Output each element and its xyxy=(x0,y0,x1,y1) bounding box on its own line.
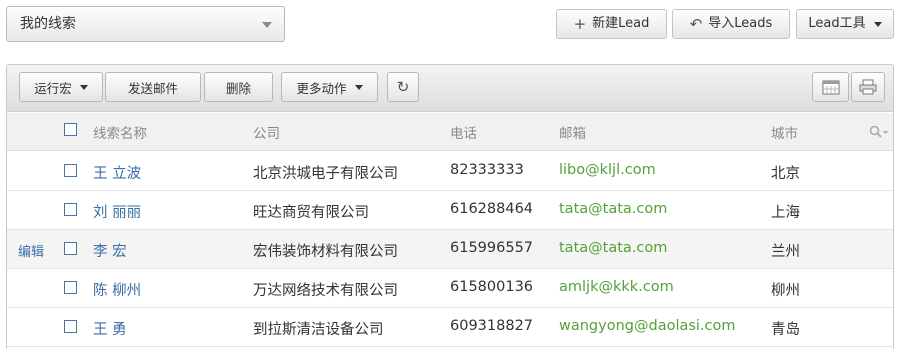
phone-cell: 615996557 xyxy=(450,240,534,256)
view-select[interactable]: 我的线索 xyxy=(6,6,285,42)
run-macro-button[interactable]: 运行宏 xyxy=(19,72,103,102)
import-leads-button[interactable]: ↶ 导入Leads xyxy=(672,9,790,39)
company-cell: 北京洪城电子有限公司 xyxy=(253,166,398,182)
import-arrow-icon: ↶ xyxy=(689,15,703,33)
table-row[interactable]: 刘 丽丽 旺达商贸有限公司 616288464 tata@tata.com 上海 xyxy=(7,191,893,230)
lead-name-link[interactable]: 王 立波 xyxy=(93,162,141,183)
printer-icon xyxy=(859,79,877,95)
table-row[interactable]: 编辑 李 宏 宏伟装饰材料有限公司 615996557 tata@tata.co… xyxy=(7,230,893,269)
phone-cell: 615800136 xyxy=(450,279,534,295)
new-lead-button[interactable]: + 新建Lead xyxy=(556,9,667,39)
chevron-down-icon xyxy=(79,84,88,90)
chevron-down-icon xyxy=(262,22,272,28)
action-bar: 运行宏 发送邮件 删除 更多动作 ↻ xyxy=(7,65,893,112)
lead-name-link[interactable]: 刘 丽丽 xyxy=(93,201,141,222)
email-link[interactable]: libo@kljl.com xyxy=(559,162,656,178)
email-link[interactable]: tata@tata.com xyxy=(559,201,667,217)
email-link[interactable]: wangyong@daolasi.com xyxy=(559,318,736,334)
more-actions-button[interactable]: 更多动作 xyxy=(281,72,378,102)
column-search-icon[interactable] xyxy=(869,125,889,139)
new-lead-label: 新建Lead xyxy=(592,16,650,31)
column-header-company[interactable]: 公司 xyxy=(253,122,280,142)
lead-tools-label: Lead工具 xyxy=(808,16,866,31)
phone-cell: 609318827 xyxy=(450,318,534,334)
calendar-button[interactable] xyxy=(812,72,849,102)
column-header-name[interactable]: 线索名称 xyxy=(93,122,147,142)
column-header-city[interactable]: 城市 xyxy=(771,122,798,142)
phone-cell: 616288464 xyxy=(450,201,534,217)
send-email-button[interactable]: 发送邮件 xyxy=(105,72,201,102)
column-header-email[interactable]: 邮箱 xyxy=(559,122,586,142)
table-row[interactable]: 王 立波 北京洪城电子有限公司 82333333 libo@kljl.com 北… xyxy=(7,152,893,191)
city-cell: 青岛 xyxy=(771,322,800,338)
email-link[interactable]: amljk@kkk.com xyxy=(559,279,674,295)
company-cell: 到拉斯清洁设备公司 xyxy=(253,322,384,338)
view-select-value: 我的线索 xyxy=(20,16,76,32)
phone-cell: 82333333 xyxy=(450,162,524,178)
refresh-icon: ↻ xyxy=(396,78,410,96)
chevron-down-icon xyxy=(354,84,363,90)
delete-button[interactable]: 删除 xyxy=(204,72,273,102)
lead-tools-button[interactable]: Lead工具 xyxy=(796,9,894,39)
city-cell: 兰州 xyxy=(771,244,800,260)
company-cell: 宏伟装饰材料有限公司 xyxy=(253,244,398,260)
lead-name-link[interactable]: 李 宏 xyxy=(93,240,127,261)
row-checkbox[interactable] xyxy=(64,164,77,177)
calendar-icon xyxy=(822,80,839,95)
select-all-checkbox[interactable] xyxy=(64,123,77,136)
row-checkbox[interactable] xyxy=(64,320,77,333)
city-cell: 柳州 xyxy=(771,283,800,299)
row-checkbox[interactable] xyxy=(64,242,77,255)
import-leads-label: 导入Leads xyxy=(708,16,773,31)
run-macro-label: 运行宏 xyxy=(34,80,72,96)
city-cell: 北京 xyxy=(771,166,800,182)
email-link[interactable]: tata@tata.com xyxy=(559,240,667,256)
more-actions-label: 更多动作 xyxy=(296,80,347,96)
table-row[interactable]: 王 勇 到拉斯清洁设备公司 609318827 wangyong@daolasi… xyxy=(7,308,893,347)
row-checkbox[interactable] xyxy=(64,203,77,216)
table-row[interactable]: 陈 柳州 万达网络技术有限公司 615800136 amljk@kkk.com … xyxy=(7,269,893,308)
lead-name-link[interactable]: 陈 柳州 xyxy=(93,279,141,300)
column-header-phone[interactable]: 电话 xyxy=(450,122,477,142)
table-header: 线索名称 公司 电话 邮箱 城市 xyxy=(7,113,893,151)
send-email-label: 发送邮件 xyxy=(127,80,178,96)
plus-icon: + xyxy=(573,15,587,33)
leads-panel: 运行宏 发送邮件 删除 更多动作 ↻ 线索名称 公司 电话 邮箱 城市 王 立波… xyxy=(6,64,894,349)
delete-label: 删除 xyxy=(225,80,251,96)
edit-link[interactable]: 编辑 xyxy=(18,241,44,260)
refresh-button[interactable]: ↻ xyxy=(387,72,419,102)
print-button[interactable] xyxy=(851,72,885,102)
city-cell: 上海 xyxy=(771,205,800,221)
lead-name-link[interactable]: 王 勇 xyxy=(93,318,127,339)
company-cell: 旺达商贸有限公司 xyxy=(253,205,369,221)
company-cell: 万达网络技术有限公司 xyxy=(253,283,398,299)
row-checkbox[interactable] xyxy=(64,281,77,294)
chevron-down-icon xyxy=(873,21,882,27)
